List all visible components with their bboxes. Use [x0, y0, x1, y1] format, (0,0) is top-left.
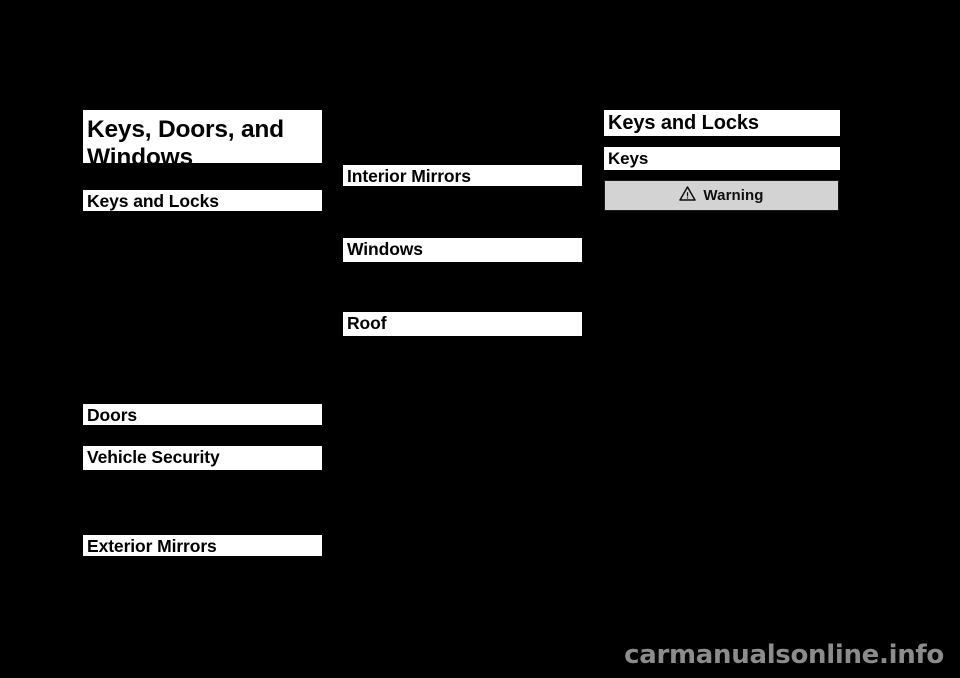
- toc-leader-dots: . . . . . . . . . . . . . . . . . .: [405, 261, 573, 262]
- toc-section-doors[interactable]: Doors: [83, 404, 322, 425]
- toc-entry-label: Windows: [347, 261, 402, 262]
- toc-section-label: Exterior Mirrors: [87, 536, 217, 556]
- warning-label: Warning: [703, 187, 764, 204]
- toc-section-keys-and-locks[interactable]: Keys and Locks: [83, 190, 322, 211]
- toc-leader-dots: . . . . . . . . . . . . . . . .: [186, 469, 322, 470]
- section-header-keys-and-locks: Keys and Locks: [604, 110, 840, 136]
- toc-section-roof[interactable]: Roof Sunroof . . . . . .: [343, 312, 582, 336]
- toc-section-label: Interior Mirrors: [347, 166, 471, 186]
- toc-section-label: Vehicle Security: [87, 447, 220, 467]
- toc-entry-sunroof[interactable]: Sunroof . . . . . .: [343, 334, 582, 336]
- subsection-header-label: Keys: [608, 149, 649, 168]
- chapter-title-line-1: Keys, Doors, and: [87, 116, 284, 143]
- warning-callout: Warning: [604, 180, 839, 211]
- toc-entry-label: Sunroof: [347, 335, 395, 336]
- warning-triangle-icon: [679, 185, 697, 206]
- toc-entry-vehicle-security[interactable]: 41 Vehicle Security . . . . . . . . . . …: [83, 468, 322, 470]
- manual-page: Keys, Doors, and Windows Keys and Locks …: [0, 0, 960, 678]
- toc-section-vehicle-security[interactable]: Vehicle Security 41 Vehicle Security . .…: [83, 446, 322, 470]
- toc-section-label: Roof: [347, 313, 387, 333]
- toc-section-windows[interactable]: Windows 51 Windows . . . . . . . . . . .…: [343, 238, 582, 262]
- right-column: Keys and Locks Keys: [604, 0, 841, 678]
- toc-section-exterior-mirrors[interactable]: Exterior Mirrors: [83, 535, 322, 556]
- chapter-title-block: Keys, Doors, and Windows: [83, 110, 322, 163]
- left-column: Keys, Doors, and Windows Keys and Locks …: [83, 0, 322, 678]
- toc-section-label: Windows: [347, 239, 423, 259]
- toc-section-interior-mirrors[interactable]: Interior Mirrors: [343, 165, 582, 186]
- toc-entry-label: Vehicle Security: [87, 469, 183, 470]
- site-watermark: carmanualsonline.info: [624, 640, 944, 670]
- toc-section-label: Doors: [87, 405, 138, 425]
- chapter-title-line-2: Windows: [87, 144, 193, 163]
- toc-entry-windows[interactable]: 51 Windows . . . . . . . . . . . . . . .…: [343, 260, 582, 262]
- middle-column: Interior Mirrors Windows 51 Windows . . …: [343, 0, 582, 678]
- toc-section-label: Keys and Locks: [87, 191, 219, 211]
- section-header-label: Keys and Locks: [608, 112, 759, 134]
- subsection-header-keys: Keys: [604, 147, 840, 170]
- toc-leader-dots: . . . . . .: [398, 335, 454, 336]
